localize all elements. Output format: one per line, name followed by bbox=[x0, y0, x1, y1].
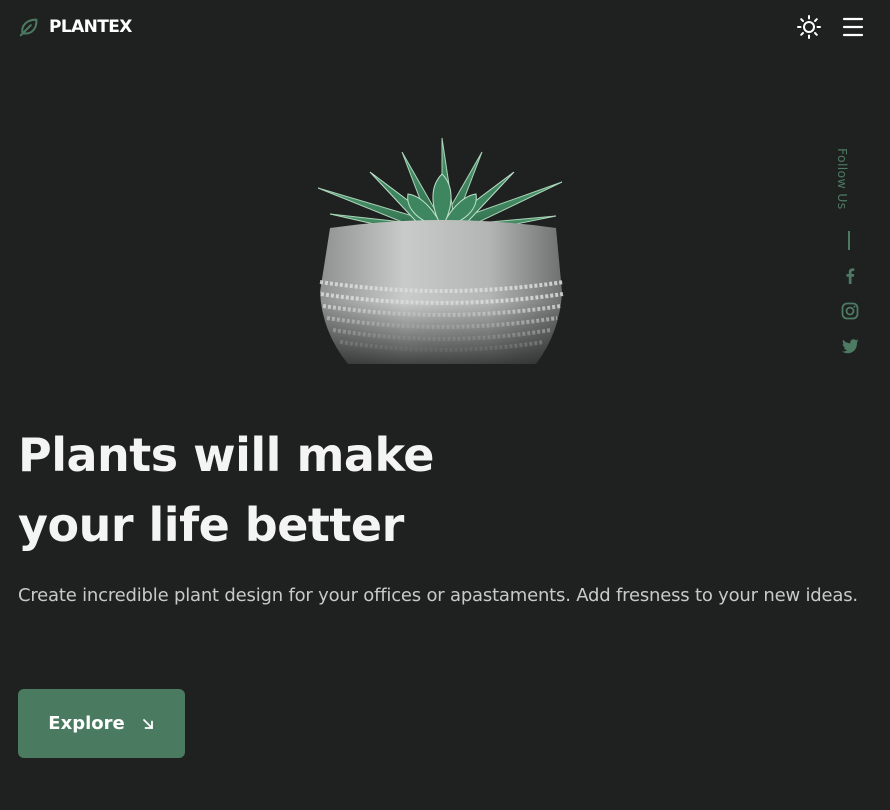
hero-headline: Plants will make your life better bbox=[18, 420, 538, 560]
explore-button[interactable]: Explore bbox=[18, 689, 185, 758]
headline-line-2: your life better bbox=[18, 498, 404, 552]
follow-us-label: Follow Us bbox=[835, 148, 850, 210]
hero-description: Create incredible plant design for your … bbox=[18, 585, 858, 606]
twitter-icon[interactable] bbox=[840, 336, 860, 356]
header: PLANTEX bbox=[0, 0, 890, 54]
logo[interactable]: PLANTEX bbox=[18, 14, 132, 40]
succulent-in-concrete-pot bbox=[310, 137, 574, 380]
leaf-icon bbox=[19, 18, 38, 37]
landing-page: PLANTEX Follow Us Plants will make your … bbox=[0, 0, 890, 810]
headline-line-1: Plants will make bbox=[18, 428, 435, 482]
explore-button-label: Explore bbox=[48, 713, 125, 734]
social-links: Follow Us bbox=[834, 142, 866, 367]
hamburger-menu-icon[interactable] bbox=[840, 14, 866, 40]
instagram-icon[interactable] bbox=[840, 301, 860, 321]
divider bbox=[848, 231, 850, 250]
sun-icon[interactable] bbox=[796, 14, 822, 40]
facebook-icon[interactable] bbox=[840, 266, 860, 286]
brand-name: PLANTEX bbox=[49, 17, 132, 37]
arrow-down-right-icon bbox=[142, 718, 153, 729]
